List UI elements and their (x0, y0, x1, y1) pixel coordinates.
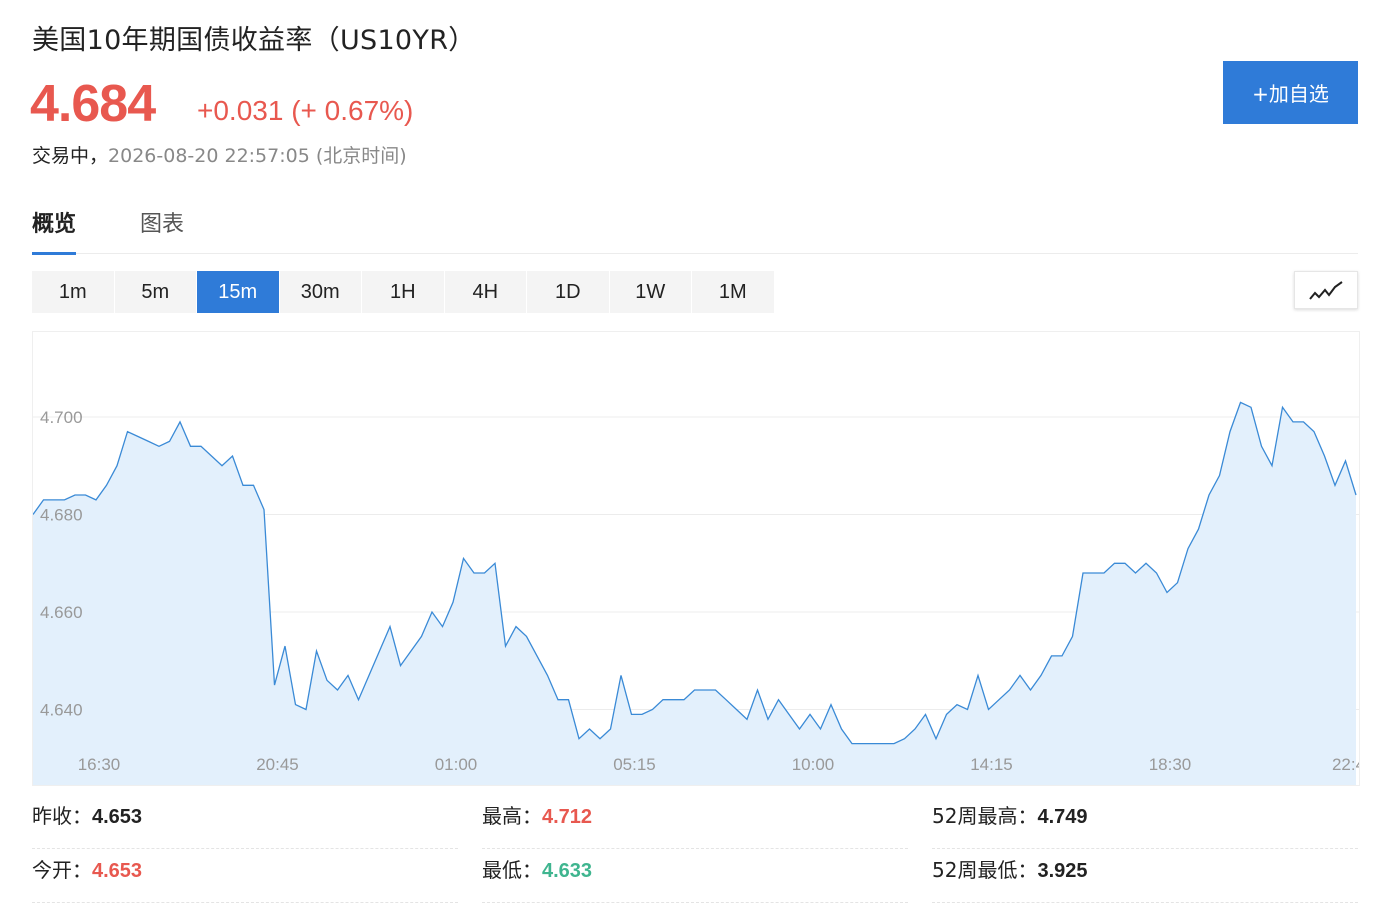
stat-value: 4.749 (1037, 806, 1088, 828)
stat-value: 4.653 (92, 806, 143, 828)
stat-label: 52周最高： (932, 804, 1038, 828)
tab-bar: 概览 图表 (32, 203, 1358, 255)
price-change: +0.031 (+ 0.67%) (197, 95, 414, 126)
stat-52w-low: 52周最低：3.925 (932, 854, 1358, 903)
stat-label: 今开： (32, 858, 92, 882)
period-1m[interactable]: 1m (32, 271, 115, 313)
x-tick-label: 20:45 (256, 755, 299, 774)
stat-label: 昨收： (32, 804, 92, 828)
period-1h[interactable]: 1H (362, 271, 445, 313)
stat-low: 最低：4.633 (482, 854, 908, 903)
y-tick-label: 4.680 (40, 506, 83, 525)
period-30m[interactable]: 30m (280, 271, 362, 313)
tab-chart[interactable]: 图表 (140, 206, 184, 252)
stat-52w-high: 52周最高：4.749 (932, 800, 1358, 849)
y-tick-label: 4.640 (40, 701, 83, 720)
y-tick-label: 4.700 (40, 408, 83, 427)
tab-overview[interactable]: 概览 (32, 206, 77, 255)
add-watchlist-button[interactable]: +加自选 (1223, 61, 1358, 124)
stat-label: 最低： (482, 858, 542, 882)
x-tick-label: 18:30 (1149, 755, 1192, 774)
line-chart-icon (1309, 281, 1343, 300)
period-1d[interactable]: 1D (527, 271, 610, 313)
price-chart[interactable]: 4.700 4.680 4.660 4.640 16:30 20:45 01:00 05:15… (32, 331, 1360, 786)
x-tick-label: 10:00 (792, 755, 835, 774)
stat-label: 52周最低： (932, 858, 1038, 882)
x-tick-label: 05:15 (613, 755, 656, 774)
chart-type-button[interactable] (1294, 271, 1358, 309)
status-label: 交易中， (32, 145, 109, 167)
page-title: 美国10年期国债收益率（US10YR） (32, 25, 476, 56)
period-4h[interactable]: 4H (445, 271, 527, 313)
stat-high: 最高：4.712 (482, 800, 908, 849)
y-tick-label: 4.660 (40, 603, 83, 622)
period-1w[interactable]: 1W (610, 271, 692, 313)
x-tick-label: 22:4 (1332, 755, 1360, 774)
stat-prev-close: 昨收：4.653 (32, 800, 458, 849)
stat-value: 3.925 (1037, 860, 1088, 882)
x-tick-label: 01:00 (435, 755, 478, 774)
period-selector: 1m 5m 15m 30m 1H 4H 1D 1W 1M (32, 271, 775, 313)
price-area (33, 402, 1356, 785)
chart-svg: 4.700 4.680 4.660 4.640 16:30 20:45 01:00 05:15… (33, 401, 1360, 785)
period-15m[interactable]: 15m (197, 271, 280, 313)
x-tick-label: 16:30 (78, 755, 121, 774)
stat-value: 4.712 (542, 806, 593, 828)
stat-value: 4.653 (92, 860, 143, 882)
stat-value: 4.633 (542, 860, 593, 882)
timestamp: 2026-08-20 22:57:05 (北京时间) (108, 145, 407, 167)
period-1mo[interactable]: 1M (692, 271, 775, 313)
stat-open: 今开：4.653 (32, 854, 458, 903)
current-price: 4.684 (30, 75, 156, 133)
trading-status: 交易中，2026-08-20 22:57:05 (北京时间) (32, 141, 407, 168)
period-5m[interactable]: 5m (115, 271, 197, 313)
x-tick-label: 14:15 (970, 755, 1013, 774)
stat-label: 最高： (482, 804, 542, 828)
